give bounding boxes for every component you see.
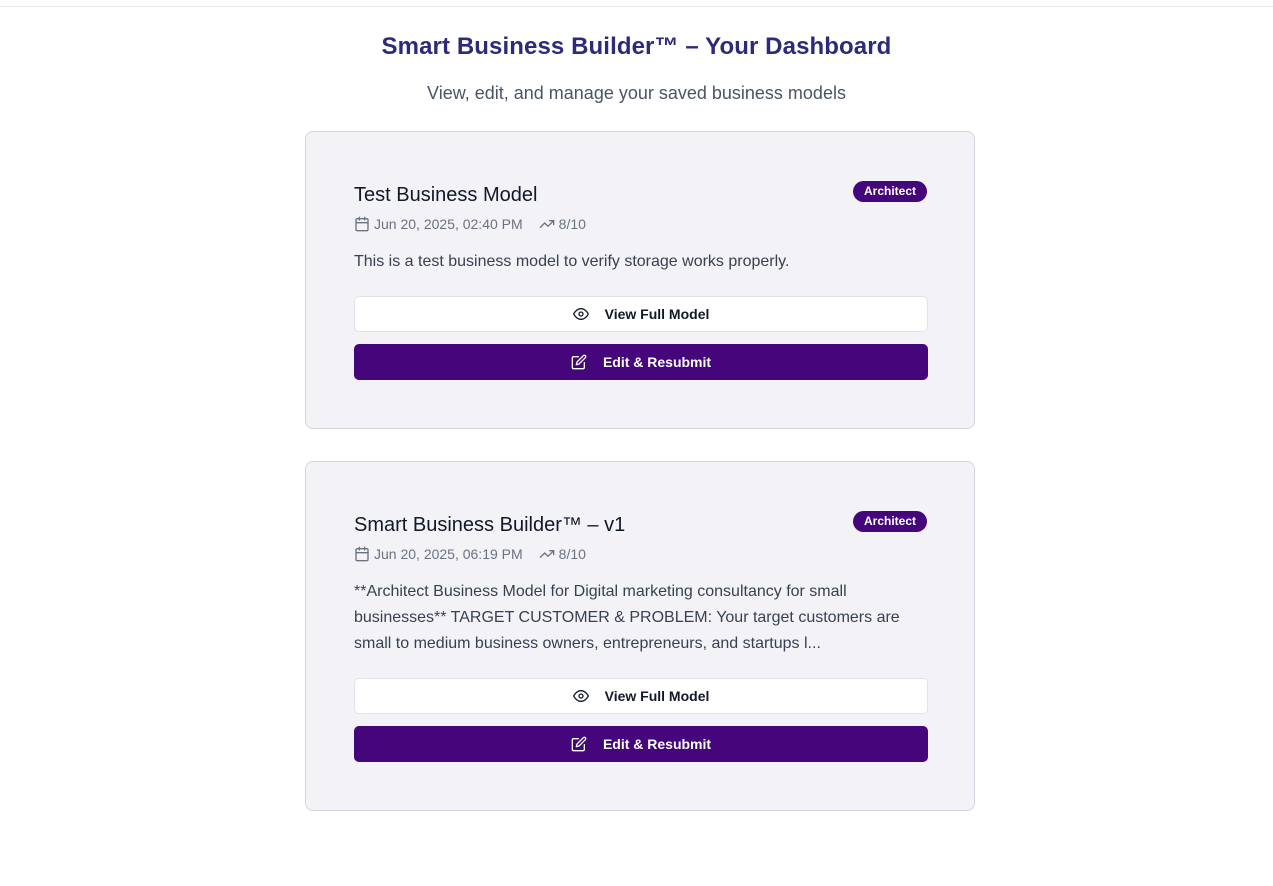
- page-title: Smart Business Builder™ – Your Dashboard: [381, 33, 892, 60]
- model-score-value: 8/10: [558, 216, 586, 232]
- model-date: Jun 20, 2025, 02:40 PM: [374, 216, 523, 232]
- model-score: 8/10: [539, 546, 586, 562]
- page-subtitle: View, edit, and manage your saved busine…: [427, 83, 846, 103]
- edit-icon: [571, 354, 587, 370]
- view-full-model-button[interactable]: View Full Model: [354, 296, 928, 332]
- model-meta: Jun 20, 2025, 06:19 PM 8/10: [354, 546, 586, 562]
- model-card: Smart Business Builder™ – v1 Architect J…: [305, 461, 975, 811]
- model-score-value: 8/10: [558, 546, 586, 562]
- model-title: Test Business Model: [354, 184, 538, 206]
- edit-button-label: Edit & Resubmit: [602, 354, 712, 370]
- model-date: Jun 20, 2025, 06:19 PM: [374, 546, 523, 562]
- calendar-icon: [354, 216, 370, 232]
- trending-up-icon: [539, 216, 555, 232]
- trending-up-icon: [539, 546, 555, 562]
- edit-resubmit-button[interactable]: Edit & Resubmit: [354, 726, 928, 762]
- model-description: This is a test business model to verify …: [354, 253, 790, 270]
- model-score: 8/10: [539, 216, 586, 232]
- tier-badge: Architect: [852, 511, 927, 532]
- edit-button-label: Edit & Resubmit: [602, 736, 712, 752]
- tier-badge: Architect: [852, 181, 927, 202]
- eye-icon: [572, 688, 589, 704]
- eye-icon: [572, 306, 589, 322]
- view-full-model-button[interactable]: View Full Model: [354, 678, 928, 714]
- calendar-icon: [354, 546, 370, 562]
- model-description: **Architect Business Model for Digital m…: [354, 583, 900, 652]
- view-button-label: View Full Model: [604, 688, 710, 704]
- top-divider: [0, 6, 1273, 7]
- model-title: Smart Business Builder™ – v1: [354, 514, 626, 536]
- edit-icon: [571, 736, 587, 752]
- model-card: Test Business Model Architect Jun 20, 20…: [305, 131, 975, 429]
- model-meta: Jun 20, 2025, 02:40 PM 8/10: [354, 216, 586, 232]
- view-button-label: View Full Model: [604, 306, 710, 322]
- edit-resubmit-button[interactable]: Edit & Resubmit: [354, 344, 928, 380]
